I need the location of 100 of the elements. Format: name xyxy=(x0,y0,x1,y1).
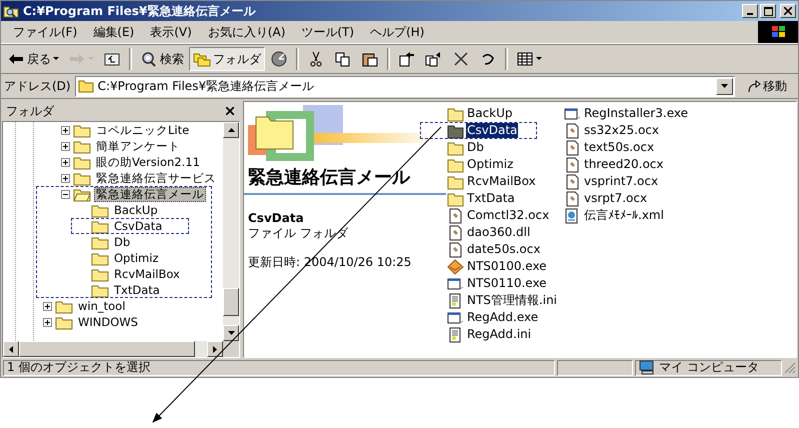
delete-icon xyxy=(452,51,470,67)
close-button[interactable] xyxy=(780,4,796,18)
expander-icon[interactable] xyxy=(61,158,70,166)
close-pane-button[interactable] xyxy=(224,105,236,117)
forward-icon xyxy=(68,51,86,67)
window-title: C:¥Program Files¥緊急連絡伝言メール xyxy=(23,2,257,20)
maximize-icon xyxy=(764,6,772,16)
folder-icon xyxy=(55,298,73,314)
computer-icon xyxy=(639,360,655,375)
component-file-icon xyxy=(564,122,581,138)
envelope-file-icon xyxy=(447,258,464,274)
expander-icon[interactable] xyxy=(61,126,70,134)
file-item[interactable]: NTS0100.exe xyxy=(466,259,548,274)
folder-icon xyxy=(91,250,109,266)
expander-icon[interactable] xyxy=(61,190,70,198)
caret-icon xyxy=(53,57,59,61)
folder-icon xyxy=(73,154,91,170)
file-item[interactable]: TxtData xyxy=(466,191,516,206)
component-file-icon xyxy=(564,174,581,190)
right-arrow-icon xyxy=(213,346,217,352)
file-item[interactable]: RcvMailBox xyxy=(466,174,537,189)
file-item[interactable]: CsvData xyxy=(466,123,518,138)
expander-icon[interactable] xyxy=(43,302,52,310)
tree-item[interactable]: 緊急連絡伝言メール xyxy=(94,186,206,202)
address-label: アドレス(D) xyxy=(4,78,71,94)
up-arrow-icon xyxy=(228,128,234,132)
tree-item[interactable]: TxtData xyxy=(112,282,162,298)
file-item[interactable]: NTS0110.exe xyxy=(466,276,548,291)
tree-item[interactable]: 眼の助Version2.11 xyxy=(94,154,202,170)
search-button[interactable]: 検索 xyxy=(136,47,188,71)
folder-icon xyxy=(55,314,73,330)
folder-heading: 緊急連絡伝言メール xyxy=(248,166,412,189)
menu-item[interactable]: ツール(T) xyxy=(293,24,362,40)
minimize-button[interactable] xyxy=(742,4,758,18)
file-item[interactable]: text50s.ocx xyxy=(583,140,656,155)
program-file-icon xyxy=(447,310,464,326)
menu-item[interactable]: 表示(V) xyxy=(142,24,200,40)
component-file-icon xyxy=(447,242,464,258)
close-icon xyxy=(784,7,792,15)
open-folder-icon xyxy=(73,186,91,202)
file-item[interactable]: Comctl32.ocx xyxy=(466,208,550,223)
folder-icon xyxy=(91,266,109,282)
dropdown-button[interactable] xyxy=(716,78,733,94)
file-item[interactable]: dao360.dll xyxy=(466,225,532,240)
tree-item[interactable]: 簡単アンケート xyxy=(94,138,182,154)
tree-item[interactable]: Db xyxy=(112,234,132,250)
folders-icon xyxy=(193,51,211,67)
file-item[interactable]: BackUp xyxy=(466,106,514,121)
file-item[interactable]: RegAdd.exe xyxy=(466,310,540,325)
file-item[interactable]: NTS管理情報.ini xyxy=(466,293,558,308)
file-item[interactable]: Optimiz xyxy=(466,157,514,172)
file-item[interactable]: RegInstaller3.exe xyxy=(583,106,689,121)
vertical-scrollbar[interactable] xyxy=(223,122,239,341)
moveto-icon xyxy=(398,51,416,67)
resize-grip-icon[interactable] xyxy=(784,362,796,374)
expander-icon[interactable] xyxy=(43,318,52,326)
component-file-icon xyxy=(564,140,581,156)
tree-item[interactable]: WINDOWS xyxy=(76,314,140,330)
folder-icon xyxy=(91,218,109,234)
menu-item[interactable]: ヘルプ(H) xyxy=(362,24,432,40)
folder-icon xyxy=(73,122,91,138)
maximize-button[interactable] xyxy=(760,4,776,18)
tree-item[interactable]: CsvData xyxy=(112,218,164,234)
file-item[interactable]: ss32x25.ocx xyxy=(583,123,660,138)
scroll-thumb[interactable] xyxy=(19,341,195,357)
file-item[interactable]: vsrpt7.ocx xyxy=(583,191,648,206)
back-button[interactable]: 戻る xyxy=(3,47,63,71)
folder-file-icon xyxy=(447,156,464,172)
tree-item[interactable]: コペルニックLite xyxy=(94,122,192,138)
tree-item[interactable]: RcvMailBox xyxy=(112,266,182,282)
folders-button[interactable]: フォルダ xyxy=(189,47,265,71)
file-item[interactable]: vsprint7.ocx xyxy=(583,174,660,189)
menu-item[interactable]: 編集(E) xyxy=(85,24,142,40)
file-item[interactable]: threed20.ocx xyxy=(583,157,664,172)
file-item[interactable]: Db xyxy=(466,140,485,155)
file-item[interactable]: 伝言ﾒﾓﾒｰﾙ.xml xyxy=(583,208,665,223)
pane-title: フォルダ xyxy=(6,102,54,120)
flag-logo-icon xyxy=(758,21,798,43)
file-item[interactable]: RegAdd.ini xyxy=(466,327,532,342)
scroll-thumb[interactable] xyxy=(223,288,239,316)
menu-item[interactable]: ファイル(F) xyxy=(5,24,86,40)
tree-item[interactable]: win_tool xyxy=(76,298,128,314)
tree-item[interactable]: Optimiz xyxy=(112,250,160,266)
menu-item[interactable]: お気に入り(A) xyxy=(200,24,294,40)
selected-name: CsvData xyxy=(248,211,305,225)
component-file-icon xyxy=(564,190,581,206)
curved-arrow-icon xyxy=(747,79,761,93)
go-button[interactable]: 移動 xyxy=(739,78,795,94)
tree-item[interactable]: 緊急連絡伝言サービス xyxy=(94,170,218,186)
program-file-icon xyxy=(564,106,581,122)
file-item[interactable]: date50s.ocx xyxy=(466,242,542,257)
folder-icon xyxy=(91,234,109,250)
expander-icon[interactable] xyxy=(61,142,70,150)
folder-file-icon xyxy=(447,122,464,138)
tree-item[interactable]: BackUp xyxy=(112,202,160,218)
address-field[interactable]: C:¥Program Files¥緊急連絡伝言メール xyxy=(74,76,735,96)
expander-icon[interactable] xyxy=(61,174,70,182)
views-icon xyxy=(516,51,534,67)
horizontal-scrollbar[interactable] xyxy=(3,341,239,357)
paste-icon xyxy=(361,51,379,67)
